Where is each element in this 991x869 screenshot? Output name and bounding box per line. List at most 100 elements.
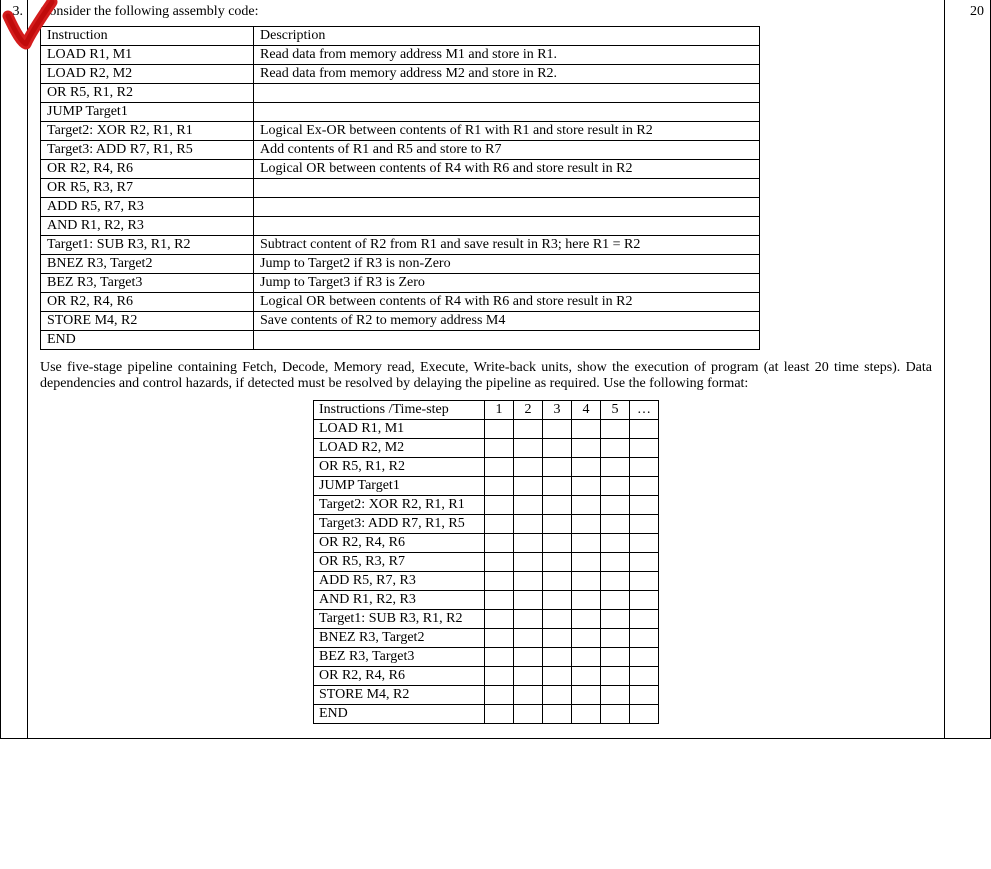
timeline-row: OR R5, R3, R7 [314,553,659,572]
timeline-empty-cell [630,667,659,686]
timeline-empty-cell [630,572,659,591]
timeline-row: LOAD R2, M2 [314,439,659,458]
question-row: 3. Consider the following assembly code:… [0,0,991,739]
timeline-empty-cell [543,591,572,610]
table-row: STORE M4, R2Save contents of R2 to memor… [41,312,760,331]
timeline-instruction-cell: OR R5, R3, R7 [314,553,485,572]
cell-description [254,217,760,236]
cell-description: Save contents of R2 to memory address M4 [254,312,760,331]
timeline-empty-cell [630,458,659,477]
timeline-empty-cell [514,439,543,458]
timeline-empty-cell [601,420,630,439]
cell-instruction: AND R1, R2, R3 [41,217,254,236]
timeline-empty-cell [630,534,659,553]
timeline-row: Target3: ADD R7, R1, R5 [314,515,659,534]
timeline-empty-cell [572,420,601,439]
cell-instruction: OR R5, R3, R7 [41,179,254,198]
question-number: 3. [0,0,28,738]
timeline-empty-cell [485,648,514,667]
cell-instruction: BNEZ R3, Target2 [41,255,254,274]
timeline-instruction-cell: LOAD R1, M1 [314,420,485,439]
table-row: Target2: XOR R2, R1, R1Logical Ex-OR bet… [41,122,760,141]
timeline-empty-cell [601,477,630,496]
timeline-empty-cell [514,667,543,686]
cell-instruction: Target3: ADD R7, R1, R5 [41,141,254,160]
question-body: Consider the following assembly code: In… [28,0,945,738]
table-row: BEZ R3, Target3Jump to Target3 if R3 is … [41,274,760,293]
timeline-empty-cell [630,553,659,572]
timeline-empty-cell [630,610,659,629]
timeline-row: LOAD R1, M1 [314,420,659,439]
timeline-empty-cell [572,610,601,629]
page: 3. Consider the following assembly code:… [0,0,991,739]
timeline-instruction-cell: Target2: XOR R2, R1, R1 [314,496,485,515]
timeline-empty-cell [572,458,601,477]
timeline-instruction-cell: OR R2, R4, R6 [314,534,485,553]
timeline-empty-cell [514,686,543,705]
timeline-empty-cell [485,610,514,629]
timeline-instruction-cell: Target1: SUB R3, R1, R2 [314,610,485,629]
timeline-empty-cell [601,629,630,648]
cell-description [254,84,760,103]
timeline-empty-cell [630,420,659,439]
timeline-instruction-cell: LOAD R2, M2 [314,439,485,458]
timeline-empty-cell [572,477,601,496]
timeline-row: JUMP Target1 [314,477,659,496]
timeline-empty-cell [514,534,543,553]
timeline-header-label: Instructions /Time-step [314,401,485,420]
timeline-empty-cell [485,439,514,458]
timeline-empty-cell [514,610,543,629]
timeline-instruction-cell: STORE M4, R2 [314,686,485,705]
timeline-step-header: 5 [601,401,630,420]
cell-instruction: OR R2, R4, R6 [41,160,254,179]
timeline-instruction-cell: JUMP Target1 [314,477,485,496]
timeline-empty-cell [543,648,572,667]
timeline-empty-cell [572,667,601,686]
cell-description: Subtract content of R2 from R1 and save … [254,236,760,255]
timeline-instruction-cell: OR R2, R4, R6 [314,667,485,686]
timeline-empty-cell [485,629,514,648]
timeline-empty-cell [543,667,572,686]
cell-description: Logical Ex-OR between contents of R1 wit… [254,122,760,141]
timeline-empty-cell [601,686,630,705]
cell-description [254,331,760,350]
timeline-empty-cell [485,553,514,572]
timeline-empty-cell [543,572,572,591]
timeline-empty-cell [601,553,630,572]
timeline-empty-cell [601,439,630,458]
timeline-empty-cell [543,439,572,458]
timeline-empty-cell [485,496,514,515]
timeline-empty-cell [630,515,659,534]
timeline-row: BEZ R3, Target3 [314,648,659,667]
cell-instruction: OR R5, R1, R2 [41,84,254,103]
timeline-instruction-cell: BNEZ R3, Target2 [314,629,485,648]
intro-text: Consider the following assembly code: [40,4,932,20]
timeline-empty-cell [572,439,601,458]
cell-description [254,179,760,198]
timeline-empty-cell [601,667,630,686]
cell-description [254,103,760,122]
header-instruction: Instruction [41,27,254,46]
timeline-step-header: 2 [514,401,543,420]
table-row: Target3: ADD R7, R1, R5Add contents of R… [41,141,760,160]
timeline-empty-cell [543,496,572,515]
timeline-empty-cell [601,534,630,553]
timeline-row: ADD R5, R7, R3 [314,572,659,591]
timeline-instruction-cell: OR R5, R1, R2 [314,458,485,477]
table-row: ADD R5, R7, R3 [41,198,760,217]
timeline-empty-cell [514,420,543,439]
table-row: LOAD R1, M1Read data from memory address… [41,46,760,65]
timeline-row: BNEZ R3, Target2 [314,629,659,648]
timeline-empty-cell [601,610,630,629]
timeline-row: OR R2, R4, R6 [314,667,659,686]
cell-instruction: ADD R5, R7, R3 [41,198,254,217]
timeline-empty-cell [543,629,572,648]
timeline-empty-cell [514,591,543,610]
timeline-header-row: Instructions /Time-step12345… [314,401,659,420]
timeline-empty-cell [601,496,630,515]
timeline-empty-cell [601,515,630,534]
timeline-empty-cell [572,648,601,667]
paragraph-text: Use five-stage pipeline containing Fetch… [40,360,932,392]
timeline-step-header: 4 [572,401,601,420]
timeline-empty-cell [485,515,514,534]
